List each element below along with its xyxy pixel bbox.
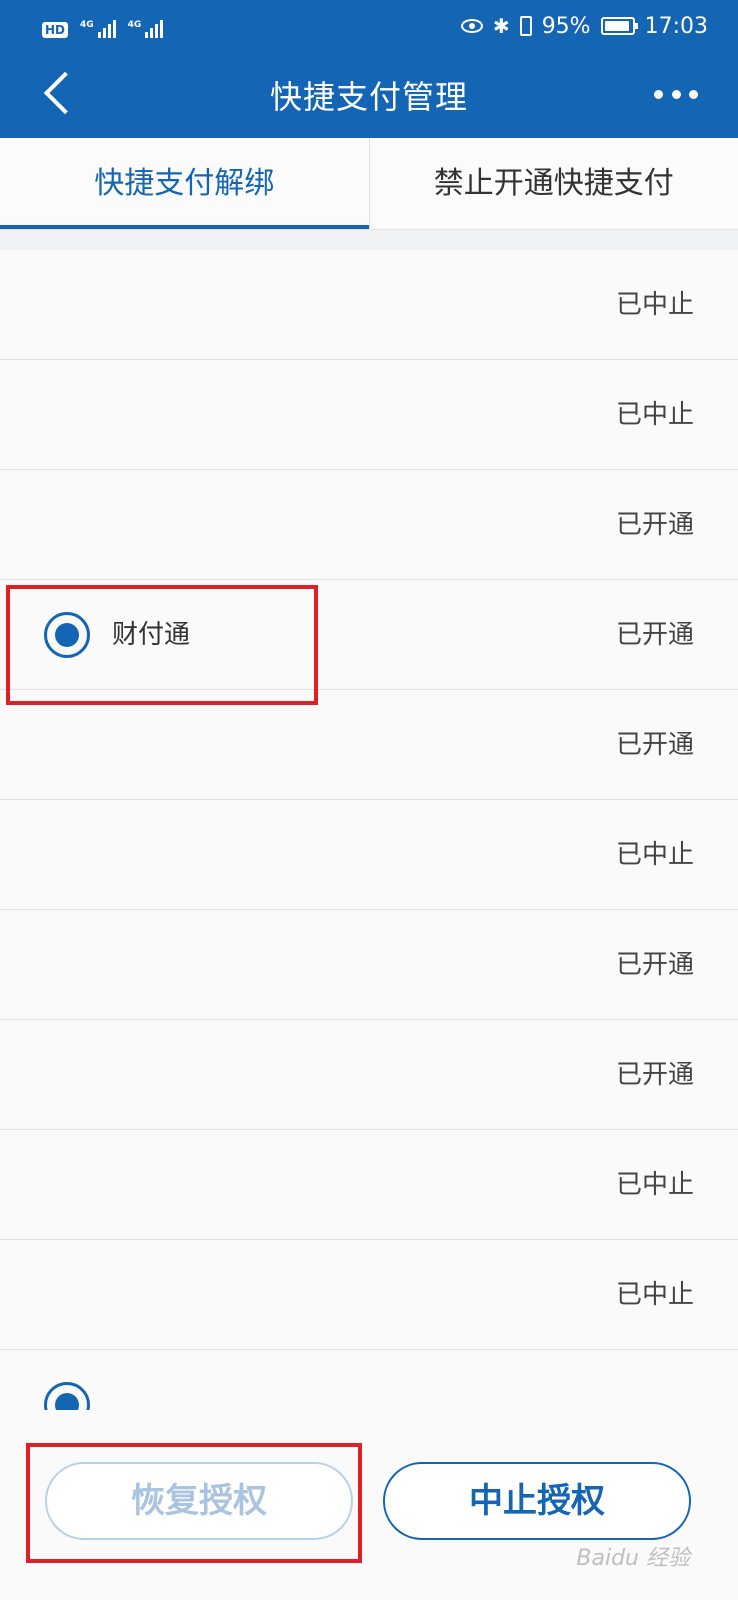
item-status: 已开通 [615, 730, 694, 760]
tab-forbid[interactable]: 禁止开通快捷支付 [368, 138, 738, 229]
list-item[interactable]: 已中止 [0, 800, 738, 910]
item-status: 已开通 [615, 620, 694, 650]
list-item[interactable]: 已中止 [0, 1240, 738, 1350]
item-status: 已中止 [615, 400, 694, 430]
item-status: 已中止 [615, 840, 694, 870]
battery-percent: 95% [541, 13, 591, 39]
more-dot-icon [689, 89, 698, 99]
radio-icon[interactable] [44, 1382, 90, 1410]
list-item[interactable]: 已开通 [0, 1020, 738, 1130]
signal-label-2: 4G [127, 20, 142, 30]
item-status: 已开通 [615, 950, 694, 980]
list-item[interactable]: 已中止 [0, 360, 738, 470]
more-dot-icon [654, 89, 663, 99]
authorization-list: 已中止 已中止 已开通 财付通 已开通 已开通 已中止 已开通 已开通 已中止 … [0, 250, 738, 1410]
bottom-action-bar: 恢复授权 中止授权 Baidu 经验 [0, 1410, 738, 1600]
status-left: HD 4G 4G [42, 14, 164, 38]
signal-icon: 4G [80, 20, 116, 38]
item-status: 已开通 [615, 1060, 694, 1090]
bluetooth-icon: ✱ [492, 14, 510, 38]
hd-badge: HD [42, 22, 69, 38]
item-status: 已中止 [615, 1170, 694, 1200]
signal-icon-2: 4G [128, 20, 164, 38]
signal-label: 4G [80, 20, 94, 30]
highlight-box-restore-button [26, 1443, 362, 1563]
header: 快捷支付管理 [0, 52, 738, 138]
status-right: ✱ 95% 17:03 [460, 12, 708, 40]
status-bar: HD 4G 4G ✱ 95% 17:03 [0, 0, 738, 52]
page-title: 快捷支付管理 [269, 78, 468, 116]
watermark: Baidu 经验 [576, 1546, 690, 1571]
clock: 17:03 [644, 13, 708, 39]
eye-icon [460, 19, 483, 33]
highlight-box-selected-item [6, 585, 318, 705]
list-item[interactable]: 已开通 [0, 690, 738, 800]
app-top-bar: HD 4G 4G ✱ 95% 17:03 快捷支付管理 [0, 0, 738, 138]
more-button[interactable] [654, 82, 698, 106]
list-item-partial[interactable] [0, 1350, 738, 1410]
list-item[interactable]: 已中止 [0, 1130, 738, 1240]
tab-bar: 快捷支付解绑 禁止开通快捷支付 [0, 138, 738, 230]
more-dot-icon [671, 89, 681, 99]
item-status: 已中止 [615, 1280, 694, 1310]
item-status: 已开通 [615, 510, 694, 540]
tab-unbind[interactable]: 快捷支付解绑 [0, 138, 369, 229]
tab-separator [0, 230, 738, 250]
stop-authorization-button[interactable]: 中止授权 [383, 1462, 691, 1540]
list-item[interactable]: 已开通 [0, 470, 738, 580]
battery-icon [600, 17, 638, 35]
item-status: 已中止 [615, 290, 694, 320]
vibrate-icon [519, 16, 532, 36]
list-item[interactable]: 已中止 [0, 250, 738, 360]
list-item[interactable]: 已开通 [0, 910, 738, 1020]
